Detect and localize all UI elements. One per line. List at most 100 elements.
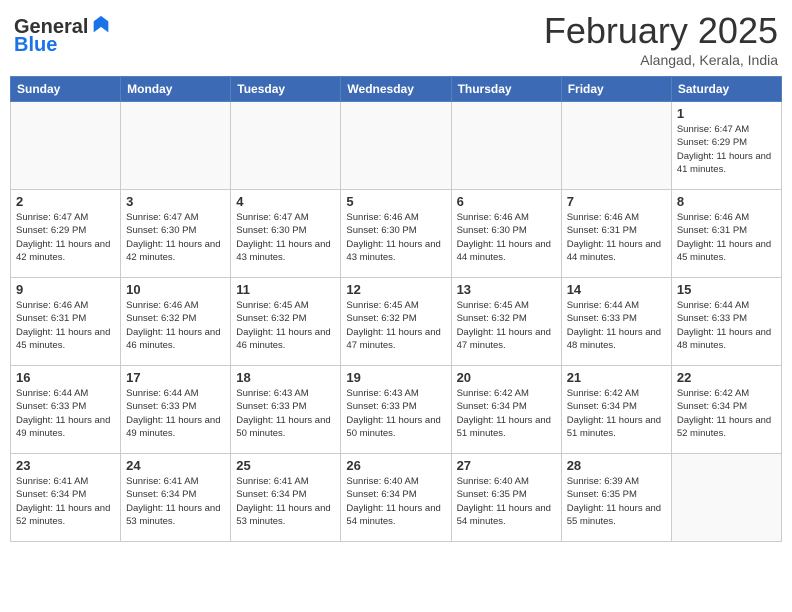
day-number: 21 — [567, 370, 666, 385]
calendar-cell: 10 Sunrise: 6:46 AM Sunset: 6:32 PM Dayli… — [121, 278, 231, 366]
calendar-cell: 6 Sunrise: 6:46 AM Sunset: 6:30 PM Daylig… — [451, 190, 561, 278]
day-number: 4 — [236, 194, 335, 209]
day-number: 13 — [457, 282, 556, 297]
calendar-cell: 27 Sunrise: 6:40 AM Sunset: 6:35 PM Dayli… — [451, 454, 561, 542]
day-info: Sunrise: 6:44 AM Sunset: 6:33 PM Dayligh… — [126, 387, 225, 440]
day-info: Sunrise: 6:44 AM Sunset: 6:33 PM Dayligh… — [677, 299, 776, 352]
day-number: 2 — [16, 194, 115, 209]
day-info: Sunrise: 6:46 AM Sunset: 6:31 PM Dayligh… — [677, 211, 776, 264]
calendar-cell: 8 Sunrise: 6:46 AM Sunset: 6:31 PM Daylig… — [671, 190, 781, 278]
day-number: 28 — [567, 458, 666, 473]
day-number: 27 — [457, 458, 556, 473]
calendar-cell: 11 Sunrise: 6:45 AM Sunset: 6:32 PM Dayli… — [231, 278, 341, 366]
day-info: Sunrise: 6:46 AM Sunset: 6:31 PM Dayligh… — [567, 211, 666, 264]
calendar-cell: 2 Sunrise: 6:47 AM Sunset: 6:29 PM Daylig… — [11, 190, 121, 278]
calendar-cell: 3Sunrise: 6:47 AM Sunset: 6:30 PM Daylig… — [121, 190, 231, 278]
calendar-cell: 26 Sunrise: 6:40 AM Sunset: 6:34 PM Dayli… — [341, 454, 451, 542]
day-info: Sunrise: 6:40 AM Sunset: 6:34 PM Dayligh… — [346, 475, 445, 528]
day-info: Sunrise: 6:46 AM Sunset: 6:32 PM Dayligh… — [126, 299, 225, 352]
calendar-cell: 21 Sunrise: 6:42 AM Sunset: 6:34 PM Dayli… — [561, 366, 671, 454]
calendar-cell: 12 Sunrise: 6:45 AM Sunset: 6:32 PM Dayli… — [341, 278, 451, 366]
calendar-cell: 22 Sunrise: 6:42 AM Sunset: 6:34 PM Dayli… — [671, 366, 781, 454]
day-info: Sunrise: 6:45 AM Sunset: 6:32 PM Dayligh… — [346, 299, 445, 352]
day-number: 11 — [236, 282, 335, 297]
day-number: 16 — [16, 370, 115, 385]
calendar-week-1: 1Sunrise: 6:47 AM Sunset: 6:29 PM Daylig… — [11, 102, 782, 190]
day-info: Sunrise: 6:39 AM Sunset: 6:35 PM Dayligh… — [567, 475, 666, 528]
day-number: 9 — [16, 282, 115, 297]
day-info: Sunrise: 6:44 AM Sunset: 6:33 PM Dayligh… — [567, 299, 666, 352]
calendar-cell: 28 Sunrise: 6:39 AM Sunset: 6:35 PM Dayli… — [561, 454, 671, 542]
day-number: 24 — [126, 458, 225, 473]
day-number: 8 — [677, 194, 776, 209]
day-info: Sunrise: 6:41 AM Sunset: 6:34 PM Dayligh… — [126, 475, 225, 528]
day-number: 26 — [346, 458, 445, 473]
weekday-saturday: Saturday — [671, 77, 781, 102]
day-info: Sunrise: 6:46 AM Sunset: 6:30 PM Dayligh… — [457, 211, 556, 264]
day-info: Sunrise: 6:42 AM Sunset: 6:34 PM Dayligh… — [677, 387, 776, 440]
month-title: February 2025 — [544, 10, 778, 52]
calendar-cell: 17 Sunrise: 6:44 AM Sunset: 6:33 PM Dayli… — [121, 366, 231, 454]
logo-icon — [90, 14, 112, 36]
calendar-cell: 23Sunrise: 6:41 AM Sunset: 6:34 PM Dayli… — [11, 454, 121, 542]
calendar-cell: 25 Sunrise: 6:41 AM Sunset: 6:34 PM Dayli… — [231, 454, 341, 542]
calendar-week-5: 23Sunrise: 6:41 AM Sunset: 6:34 PM Dayli… — [11, 454, 782, 542]
day-info: Sunrise: 6:46 AM Sunset: 6:30 PM Dayligh… — [346, 211, 445, 264]
day-number: 6 — [457, 194, 556, 209]
weekday-sunday: Sunday — [11, 77, 121, 102]
weekday-monday: Monday — [121, 77, 231, 102]
day-info: Sunrise: 6:45 AM Sunset: 6:32 PM Dayligh… — [236, 299, 335, 352]
page-header: General Blue February 2025 Alangad, Kera… — [10, 10, 782, 68]
logo: General Blue — [14, 16, 112, 57]
calendar-cell — [11, 102, 121, 190]
day-info: Sunrise: 6:42 AM Sunset: 6:34 PM Dayligh… — [457, 387, 556, 440]
calendar-cell: 5Sunrise: 6:46 AM Sunset: 6:30 PM Daylig… — [341, 190, 451, 278]
day-info: Sunrise: 6:42 AM Sunset: 6:34 PM Dayligh… — [567, 387, 666, 440]
day-number: 17 — [126, 370, 225, 385]
day-info: Sunrise: 6:43 AM Sunset: 6:33 PM Dayligh… — [236, 387, 335, 440]
day-number: 1 — [677, 106, 776, 121]
calendar-cell: 4 Sunrise: 6:47 AM Sunset: 6:30 PM Daylig… — [231, 190, 341, 278]
weekday-friday: Friday — [561, 77, 671, 102]
day-info: Sunrise: 6:46 AM Sunset: 6:31 PM Dayligh… — [16, 299, 115, 352]
day-info: Sunrise: 6:41 AM Sunset: 6:34 PM Dayligh… — [16, 475, 115, 528]
calendar-cell: 24 Sunrise: 6:41 AM Sunset: 6:34 PM Dayli… — [121, 454, 231, 542]
weekday-tuesday: Tuesday — [231, 77, 341, 102]
day-info: Sunrise: 6:47 AM Sunset: 6:29 PM Dayligh… — [16, 211, 115, 264]
calendar-cell: 9 Sunrise: 6:46 AM Sunset: 6:31 PM Daylig… — [11, 278, 121, 366]
calendar-cell: 14 Sunrise: 6:44 AM Sunset: 6:33 PM Dayli… — [561, 278, 671, 366]
day-number: 25 — [236, 458, 335, 473]
calendar-cell: 13 Sunrise: 6:45 AM Sunset: 6:32 PM Dayli… — [451, 278, 561, 366]
day-number: 7 — [567, 194, 666, 209]
calendar-cell: 20 Sunrise: 6:42 AM Sunset: 6:34 PM Dayli… — [451, 366, 561, 454]
calendar-week-3: 9 Sunrise: 6:46 AM Sunset: 6:31 PM Daylig… — [11, 278, 782, 366]
day-info: Sunrise: 6:40 AM Sunset: 6:35 PM Dayligh… — [457, 475, 556, 528]
day-info: Sunrise: 6:41 AM Sunset: 6:34 PM Dayligh… — [236, 475, 335, 528]
day-number: 19 — [346, 370, 445, 385]
location: Alangad, Kerala, India — [544, 52, 778, 68]
weekday-thursday: Thursday — [451, 77, 561, 102]
day-number: 10 — [126, 282, 225, 297]
day-info: Sunrise: 6:47 AM Sunset: 6:30 PM Dayligh… — [126, 211, 225, 264]
day-info: Sunrise: 6:44 AM Sunset: 6:33 PM Dayligh… — [16, 387, 115, 440]
calendar-cell: 1Sunrise: 6:47 AM Sunset: 6:29 PM Daylig… — [671, 102, 781, 190]
day-info: Sunrise: 6:47 AM Sunset: 6:30 PM Dayligh… — [236, 211, 335, 264]
title-block: February 2025 Alangad, Kerala, India — [544, 10, 778, 68]
calendar-cell — [231, 102, 341, 190]
calendar-cell — [561, 102, 671, 190]
calendar-week-4: 16 Sunrise: 6:44 AM Sunset: 6:33 PM Dayli… — [11, 366, 782, 454]
day-info: Sunrise: 6:45 AM Sunset: 6:32 PM Dayligh… — [457, 299, 556, 352]
calendar-cell: 7 Sunrise: 6:46 AM Sunset: 6:31 PM Daylig… — [561, 190, 671, 278]
day-number: 12 — [346, 282, 445, 297]
calendar-cell: 18 Sunrise: 6:43 AM Sunset: 6:33 PM Dayli… — [231, 366, 341, 454]
day-number: 22 — [677, 370, 776, 385]
weekday-header-row: SundayMondayTuesdayWednesdayThursdayFrid… — [11, 77, 782, 102]
day-number: 14 — [567, 282, 666, 297]
weekday-wednesday: Wednesday — [341, 77, 451, 102]
calendar-week-2: 2 Sunrise: 6:47 AM Sunset: 6:29 PM Daylig… — [11, 190, 782, 278]
calendar-table: SundayMondayTuesdayWednesdayThursdayFrid… — [10, 76, 782, 542]
day-number: 15 — [677, 282, 776, 297]
calendar-cell: 15 Sunrise: 6:44 AM Sunset: 6:33 PM Dayli… — [671, 278, 781, 366]
day-number: 18 — [236, 370, 335, 385]
day-number: 20 — [457, 370, 556, 385]
